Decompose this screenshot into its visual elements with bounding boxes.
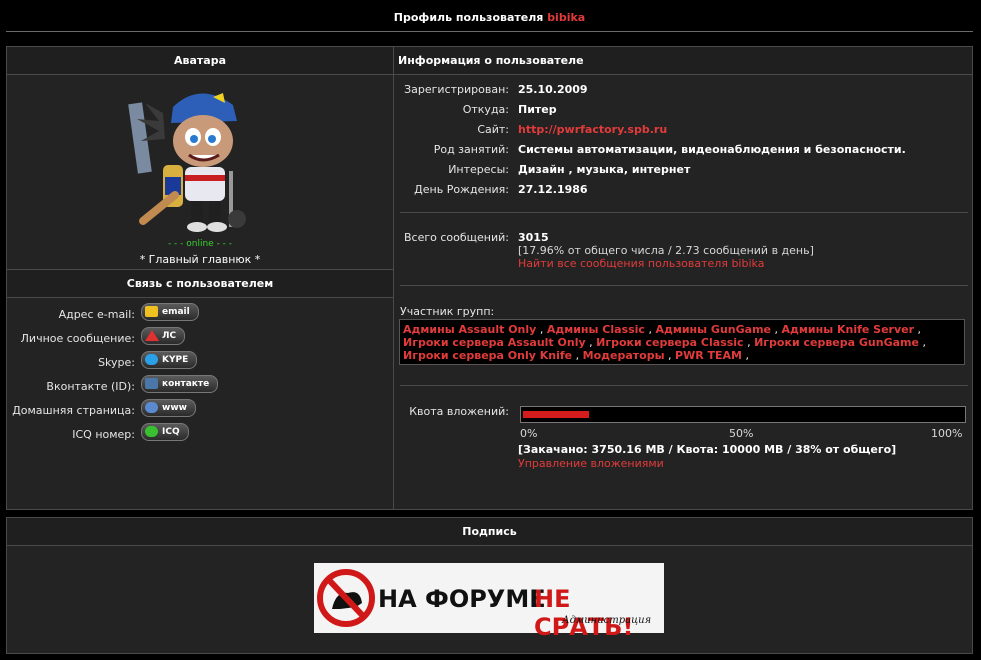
- quota-progress-fill: [523, 411, 589, 418]
- manage-attachments-link[interactable]: Управление вложениями: [518, 457, 664, 470]
- globe-icon: [145, 402, 158, 413]
- skype-icon: [145, 354, 158, 365]
- avatar-header: Аватара: [7, 47, 393, 75]
- contact-label: Домашняя страница:: [12, 404, 135, 417]
- info-label: Сайт:: [477, 123, 509, 136]
- group-link[interactable]: Игроки сервера GunGame: [754, 336, 919, 349]
- banner-text-2: НЕ СРАТЬ!: [534, 585, 634, 641]
- group-link[interactable]: Админы Classic: [547, 323, 645, 336]
- info-row-website: Сайт: http://pwrfactory.spb.ru: [394, 121, 972, 141]
- left-column: Аватара - - - online - - - * Главный гла…: [7, 47, 394, 509]
- divider: [400, 212, 968, 213]
- icq-flower-icon: [145, 426, 158, 437]
- quota-tick-0: 0%: [520, 427, 538, 440]
- info-row-registered: Зарегистрирован: 25.10.2009: [394, 81, 972, 101]
- avatar-section: - - - online - - - * Главный главнюк *: [7, 75, 393, 269]
- contact-label: Адрес e-mail:: [58, 308, 135, 321]
- banner-text-1: НА ФОРУМЕ: [378, 585, 546, 613]
- avatar: [128, 93, 246, 232]
- quota-progress-bar: [520, 406, 966, 423]
- contact-row-icq: ICQ номер: ICQ: [7, 423, 393, 447]
- right-column: Информация о пользователе Зарегистрирова…: [394, 47, 972, 509]
- warning-triangle-icon: [145, 330, 159, 341]
- contact-row-email: Адрес e-mail: email: [7, 303, 393, 327]
- contact-list: Адрес e-mail: email Личное сообщение: ЛС…: [7, 303, 393, 447]
- user-rank: * Главный главнюк *: [139, 253, 261, 266]
- groups-label: Участник групп:: [400, 305, 495, 318]
- divider: [400, 285, 968, 286]
- page-title-username[interactable]: bibika: [547, 11, 585, 24]
- info-label: Откуда:: [462, 103, 509, 116]
- quota-text: [Закачано: 3750.16 MB / Квота: 10000 MB …: [518, 443, 897, 456]
- info-value: Системы автоматизации, видеонаблюдения и…: [518, 143, 906, 156]
- private-message-button[interactable]: ЛС: [141, 327, 186, 345]
- info-value: 25.10.2009: [518, 83, 588, 96]
- contact-row-vkontakte: Вконтакте (ID): контакте: [7, 375, 393, 399]
- group-link[interactable]: Игроки сервера Assault Only: [403, 336, 586, 349]
- quota-label: Квота вложений:: [409, 405, 509, 418]
- info-label: Интересы:: [448, 163, 509, 176]
- website-link[interactable]: http://pwrfactory.spb.ru: [518, 123, 667, 136]
- email-button[interactable]: email: [141, 303, 199, 321]
- vkontakte-icon: [145, 378, 158, 389]
- contact-row-pm: Личное сообщение: ЛС: [7, 327, 393, 351]
- divider: [400, 385, 968, 386]
- signature-header: Подпись: [7, 518, 972, 546]
- page-title-prefix: Профиль пользователя: [393, 11, 544, 24]
- icq-button[interactable]: ICQ: [141, 423, 189, 441]
- info-label: Зарегистрирован:: [404, 83, 509, 96]
- page-title: Профиль пользователя bibika: [6, 5, 973, 32]
- info-header: Информация о пользователе: [394, 47, 972, 75]
- signature-panel: Подпись НА ФОРУМЕ НЕ СРАТЬ! Администраци…: [6, 517, 973, 654]
- signature-banner: НА ФОРУМЕ НЕ СРАТЬ! Администрация: [314, 563, 664, 641]
- quota-tick-100: 100%: [931, 427, 963, 440]
- group-link[interactable]: Игроки сервера Classic: [596, 336, 743, 349]
- contact-label: ICQ номер:: [72, 428, 135, 441]
- group-link[interactable]: Админы Assault Only: [403, 323, 536, 336]
- group-link[interactable]: Админы Knife Server: [782, 323, 915, 336]
- group-link[interactable]: Игроки сервера Only Knife: [403, 349, 572, 362]
- info-label: День Рождения:: [414, 183, 509, 196]
- info-value: Питер: [518, 103, 557, 116]
- info-label: Род занятий:: [433, 143, 509, 156]
- group-link[interactable]: PWR TEAM: [675, 349, 742, 362]
- info-row-interests: Интересы: Дизайн , музыка, интернет: [394, 161, 972, 181]
- info-list: Зарегистрирован: 25.10.2009 Откуда: Пите…: [394, 81, 972, 201]
- contact-label: Skype:: [98, 356, 135, 369]
- info-row-occupation: Род занятий: Системы автоматизации, виде…: [394, 141, 972, 161]
- envelope-icon: [145, 306, 158, 317]
- online-status: - - - online - - -: [167, 239, 233, 249]
- homepage-button[interactable]: www: [141, 399, 196, 417]
- find-posts-link[interactable]: Найти все сообщения пользователя bibika: [518, 257, 764, 270]
- profile-panel: Аватара - - - online - - - * Главный гла…: [6, 46, 973, 510]
- info-row-location: Откуда: Питер: [394, 101, 972, 121]
- info-row-birthday: День Рождения: 27.12.1986: [394, 181, 972, 201]
- groups-box: Админы Assault Only , Админы Classic , А…: [399, 319, 965, 365]
- group-link[interactable]: Модераторы: [583, 349, 665, 362]
- banner-subtext: Администрация: [562, 615, 652, 626]
- posts-stats: [17.96% от общего числа / 2.73 сообщений…: [518, 244, 814, 257]
- skype-button[interactable]: KYPE: [141, 351, 198, 369]
- contact-row-homepage: Домашняя страница: www: [7, 399, 393, 423]
- info-value: 27.12.1986: [518, 183, 588, 196]
- vkontakte-button[interactable]: контакте: [141, 375, 219, 393]
- contact-label: Личное сообщение:: [20, 332, 135, 345]
- group-link[interactable]: Админы GunGame: [655, 323, 771, 336]
- posts-label: Всего сообщений:: [404, 231, 509, 244]
- contact-row-skype: Skype: KYPE: [7, 351, 393, 375]
- info-value: Дизайн , музыка, интернет: [518, 163, 691, 176]
- contact-header: Связь с пользователем: [7, 269, 393, 298]
- quota-tick-50: 50%: [729, 427, 754, 440]
- posts-count: 3015: [518, 231, 549, 244]
- contact-label: Вконтакте (ID):: [46, 380, 135, 393]
